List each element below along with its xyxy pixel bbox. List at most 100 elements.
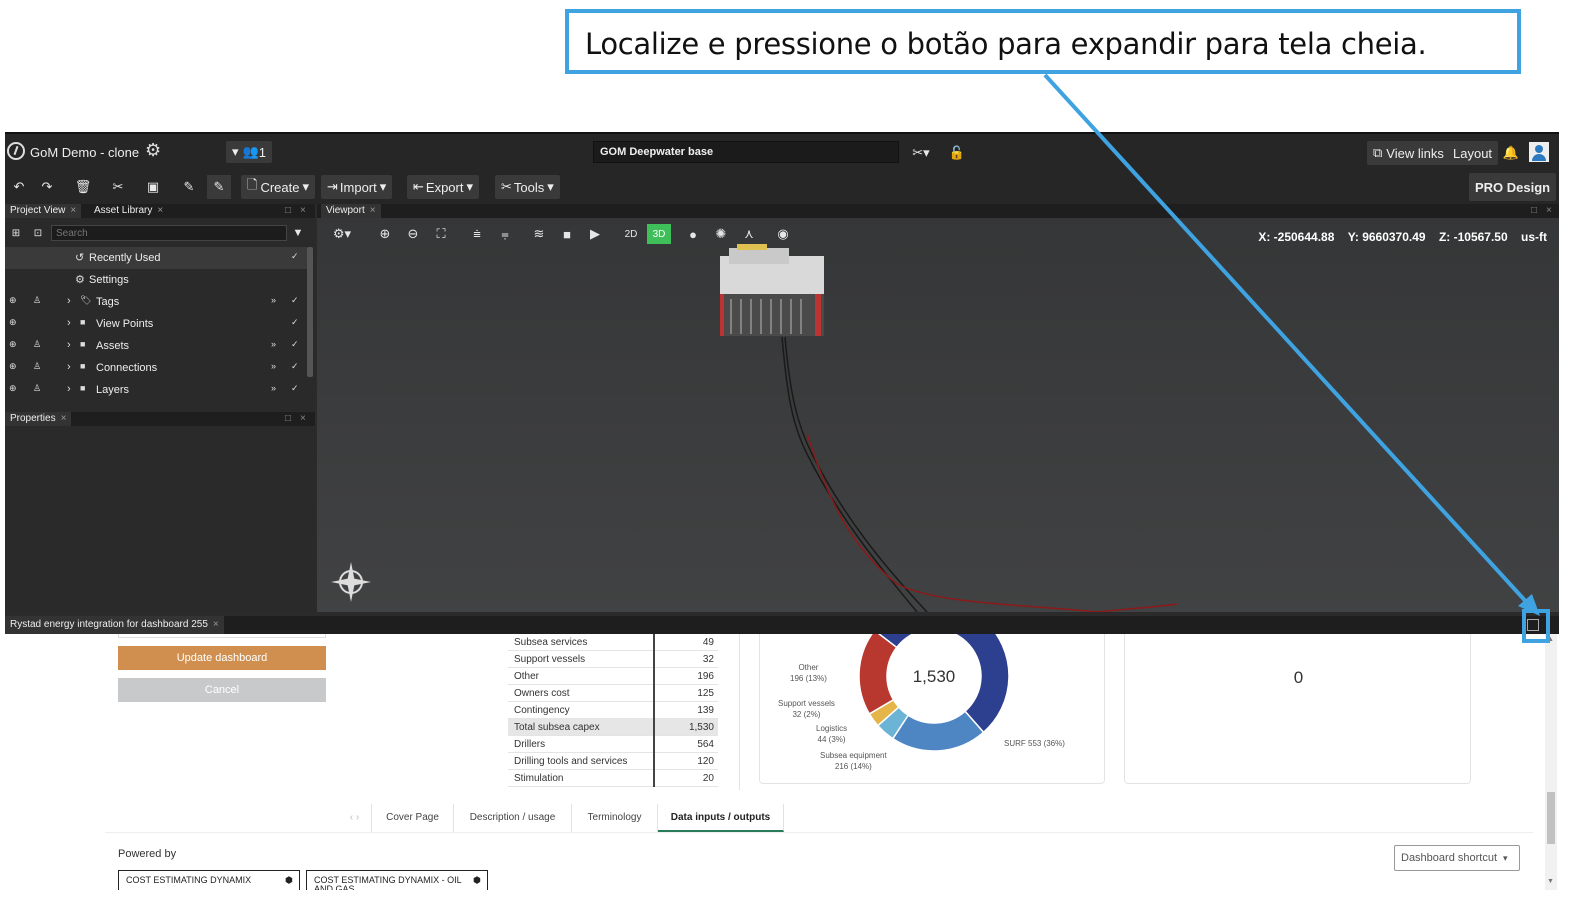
check-icon[interactable]: ✓ — [291, 361, 299, 372]
compass-tool-icon[interactable]: ⋏ — [739, 224, 759, 244]
scroll-down-icon[interactable]: ▼ — [1547, 878, 1554, 885]
camera-icon[interactable]: ■ — [557, 224, 577, 244]
close-icon[interactable]: × — [157, 205, 163, 216]
undo-icon[interactable]: ↶ — [9, 177, 29, 197]
sphere-icon[interactable]: ● — [683, 224, 703, 244]
tabs-scroll-arrows-icon[interactable]: ‹ › — [338, 804, 372, 832]
chevron-right-icon[interactable]: › — [67, 383, 71, 395]
tree-item-layers[interactable]: ⊕ ♙ › ■ Layers » ✓ — [5, 379, 308, 401]
maximize-icon[interactable]: □ — [285, 205, 291, 216]
chevron-right-icon[interactable]: › — [67, 317, 71, 329]
tab-description-usage[interactable]: Description / usage — [454, 804, 572, 832]
update-dashboard-button[interactable]: Update dashboard — [118, 646, 326, 670]
layers-icon[interactable]: ≋ — [529, 224, 549, 244]
mode-3d-button[interactable]: 3D — [647, 224, 671, 244]
pencil-icon[interactable]: ✎ — [179, 177, 199, 197]
maximize-icon[interactable]: □ — [285, 413, 291, 424]
check-icon[interactable]: ✓ — [291, 295, 299, 306]
redo-icon[interactable]: ↷ — [37, 177, 57, 197]
play-icon[interactable]: ▶ — [585, 224, 605, 244]
seabed-icon[interactable]: ⩦ — [495, 224, 515, 244]
close-icon[interactable]: × — [70, 205, 76, 216]
tree-item-tags[interactable]: ⊕ ♙ › 🏷 Tags » ✓ — [5, 291, 308, 313]
user-toggle-icon[interactable]: ♙ — [33, 339, 41, 350]
close-icon[interactable]: × — [1546, 205, 1552, 216]
tab-project-view[interactable]: Project View × — [5, 204, 82, 218]
tab-asset-library[interactable]: Asset Library × — [89, 204, 168, 218]
layers-toggle-icon[interactable]: ⊕ — [9, 361, 17, 372]
tab-properties[interactable]: Properties × — [5, 412, 72, 426]
close-icon[interactable]: × — [300, 413, 306, 424]
double-chevron-down-icon[interactable]: » — [271, 339, 276, 349]
export-menu-button[interactable]: ⇤ Export ▾ — [407, 175, 480, 199]
tab-data-inputs-outputs[interactable]: Data inputs / outputs — [658, 804, 784, 832]
zoom-out-icon[interactable]: ⊖ — [403, 224, 423, 244]
lock-icon[interactable]: 🔓 — [945, 143, 969, 163]
create-menu-button[interactable]: 🗋 Create ▾ — [241, 175, 316, 199]
user-toggle-icon[interactable]: ♙ — [33, 383, 41, 394]
tab-viewport[interactable]: Viewport × — [321, 204, 381, 218]
layers-toggle-icon[interactable]: ⊕ — [9, 339, 17, 350]
tab-rystad-dashboard[interactable]: Rystad energy integration for dashboard … — [5, 616, 224, 634]
viewport-settings-gear-icon[interactable]: ⚙▾ — [325, 224, 359, 244]
check-icon[interactable]: ✓ — [291, 383, 299, 394]
close-icon[interactable]: × — [61, 413, 67, 424]
double-chevron-down-icon[interactable]: » — [271, 295, 276, 305]
users-dropdown-button[interactable]: ▾ 👥 1 — [226, 141, 272, 163]
chevron-right-icon[interactable]: › — [67, 295, 71, 307]
layout-button[interactable]: Layout — [1447, 141, 1499, 165]
double-chevron-down-icon[interactable]: » — [271, 361, 276, 371]
cost-estimating-dynamix-logo[interactable]: COST ESTIMATING DYNAMIX ⬢ — [118, 870, 300, 890]
delete-icon[interactable]: 🗑 — [73, 177, 93, 197]
dashboard-shortcut-dropdown[interactable]: Dashboard shortcut ▾ — [1394, 845, 1520, 871]
layers-toggle-icon[interactable]: ⊕ — [9, 383, 17, 394]
check-icon[interactable]: ✓ — [291, 339, 299, 350]
fit-view-icon[interactable]: ⛶ — [431, 224, 451, 244]
draw-icon[interactable]: ✎ — [207, 175, 231, 199]
tree-item-settings[interactable]: ⚙ Settings — [5, 269, 308, 291]
project-settings-gear-icon[interactable]: ⚙ — [145, 140, 161, 161]
sea-surface-icon[interactable]: ⩧ — [467, 224, 487, 244]
layers-toggle-icon[interactable]: ⊕ — [9, 295, 17, 306]
scene-3d[interactable] — [317, 204, 1559, 612]
dashboard-scrollbar[interactable]: ▲ ▼ — [1545, 634, 1557, 890]
filter-icon[interactable]: ▼ — [291, 225, 305, 241]
zoom-in-icon[interactable]: ⊕ — [375, 224, 395, 244]
user-toggle-icon[interactable]: ♙ — [33, 361, 41, 372]
tab-terminology[interactable]: Terminology — [572, 804, 658, 832]
cancel-button[interactable]: Cancel — [118, 678, 326, 702]
tools-menu-icon[interactable]: ✂▾ — [905, 143, 937, 163]
notifications-bell-icon[interactable]: 🔔 — [1502, 143, 1520, 163]
tree-scrollbar[interactable] — [307, 247, 313, 377]
view-links-button[interactable]: ⧉ View links — [1367, 141, 1450, 165]
record-icon[interactable]: ◉ — [773, 224, 793, 244]
close-icon[interactable]: × — [370, 205, 376, 216]
import-menu-button[interactable]: ⇥ Import ▾ — [321, 175, 393, 199]
user-toggle-icon[interactable]: ♙ — [33, 295, 41, 306]
scroll-up-icon[interactable]: ▲ — [1547, 636, 1554, 643]
scrollbar-thumb[interactable] — [1547, 792, 1555, 844]
tab-cover-page[interactable]: Cover Page — [372, 804, 454, 832]
close-icon[interactable]: × — [300, 205, 306, 216]
check-icon[interactable]: ✓ — [291, 317, 299, 328]
close-icon[interactable]: × — [213, 619, 219, 630]
chevron-right-icon[interactable]: › — [67, 361, 71, 373]
tree-view-icon[interactable]: ⊞ — [9, 225, 23, 241]
tree-item-connections[interactable]: ⊕ ♙ › ■ Connections » ✓ — [5, 357, 308, 379]
tools-menu-button[interactable]: ✂ Tools ▾ — [495, 175, 560, 199]
cut-icon[interactable]: ✂ — [108, 177, 128, 197]
sun-icon[interactable]: ✺ — [711, 224, 731, 244]
fullscreen-maximize-button[interactable] — [1527, 619, 1539, 631]
maximize-icon[interactable]: □ — [1531, 205, 1537, 216]
pro-design-button[interactable]: PRO Design — [1469, 173, 1557, 201]
tree-item-assets[interactable]: ⊕ ♙ › ■ Assets » ✓ — [5, 335, 308, 357]
tree-item-recently-used[interactable]: ↺ Recently Used ✓ — [5, 247, 308, 269]
double-chevron-down-icon[interactable]: » — [271, 383, 276, 393]
mode-2d-button[interactable]: 2D — [619, 224, 643, 244]
folder-add-icon[interactable]: ⊡ — [31, 225, 45, 241]
check-icon[interactable]: ✓ — [291, 251, 299, 262]
scenario-selector[interactable]: GOM Deepwater base — [593, 141, 899, 163]
chevron-right-icon[interactable]: › — [67, 339, 71, 351]
frame-icon[interactable]: ▣ — [143, 177, 163, 197]
tree-search-input[interactable] — [51, 225, 287, 241]
